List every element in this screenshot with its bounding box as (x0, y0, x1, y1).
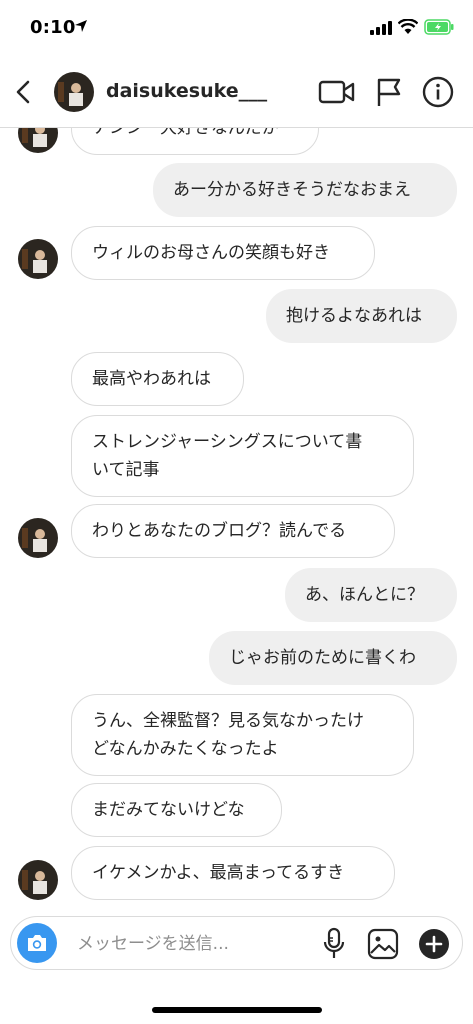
video-camera-icon[interactable] (318, 78, 356, 106)
chat-header: daisukesuke___ (0, 56, 473, 128)
message-text: わりとあなたのブログ？読んでる (92, 521, 347, 541)
incoming-message[interactable]: ストレンジャーシングスについて書 いて記事 (71, 415, 414, 497)
outgoing-message[interactable]: あー分かる好きそうだなおまえ (153, 163, 457, 217)
message-thread[interactable]: ナンシー大好きなんだが あー分かる好きそうだなおまえ ウィルのお母さんの笑顔も好… (0, 0, 473, 1024)
message-text-line: ストレンジャーシングスについて書 (92, 432, 363, 452)
message-text-line: うん、全裸監督？見る気なかったけ (92, 711, 364, 731)
info-icon[interactable] (422, 76, 454, 108)
flag-icon[interactable] (374, 76, 404, 108)
incoming-message[interactable]: 最高やわあれは (71, 352, 244, 406)
back-chevron-icon[interactable] (10, 76, 38, 108)
avatar[interactable] (54, 72, 94, 112)
status-bar: 0:10 (0, 0, 473, 56)
status-time: 0:10 (30, 17, 76, 38)
message-composer (10, 916, 463, 970)
microphone-icon[interactable] (321, 927, 347, 961)
message-text: じゃお前のために書くわ (229, 648, 416, 668)
incoming-message[interactable]: うん、全裸監督？見る気なかったけ どなんかみたくなったよ (71, 694, 414, 776)
message-text: 抱けるよなあれは (286, 306, 422, 326)
avatar[interactable] (18, 239, 58, 279)
message-text-line: いて記事 (92, 460, 160, 480)
camera-button[interactable] (17, 923, 57, 963)
message-text: あー分かる好きそうだなおまえ (173, 180, 411, 200)
gallery-icon[interactable] (366, 927, 400, 961)
incoming-message[interactable]: イケメンかよ、最高まってるすき (71, 846, 395, 900)
message-input[interactable] (77, 929, 307, 959)
incoming-message[interactable]: まだみてないけどな (71, 783, 282, 837)
camera-icon (28, 935, 46, 951)
incoming-message[interactable]: わりとあなたのブログ？読んでる (71, 504, 395, 558)
avatar[interactable] (18, 518, 58, 558)
message-text: 最高やわあれは (92, 369, 211, 389)
home-indicator[interactable] (152, 1007, 322, 1013)
avatar[interactable] (18, 860, 58, 900)
message-text: あ、ほんとに？ (305, 585, 424, 605)
message-text-line: どなんかみたくなったよ (92, 739, 279, 759)
battery-icon (424, 19, 454, 35)
wifi-icon (398, 19, 418, 34)
outgoing-message[interactable]: じゃお前のために書くわ (209, 631, 457, 685)
message-text: まだみてないけどな (92, 800, 245, 820)
plus-icon[interactable] (417, 927, 451, 961)
incoming-message[interactable]: ウィルのお母さんの笑顔も好き (71, 226, 375, 280)
location-arrow-icon (75, 20, 87, 32)
signal-icon (370, 21, 392, 35)
message-text: ウィルのお母さんの笑顔も好き (92, 243, 330, 263)
outgoing-message[interactable]: あ、ほんとに？ (285, 568, 457, 622)
outgoing-message[interactable]: 抱けるよなあれは (266, 289, 457, 343)
chat-username[interactable]: daisukesuke___ (106, 80, 267, 102)
message-text: イケメンかよ、最高まってるすき (92, 863, 345, 883)
